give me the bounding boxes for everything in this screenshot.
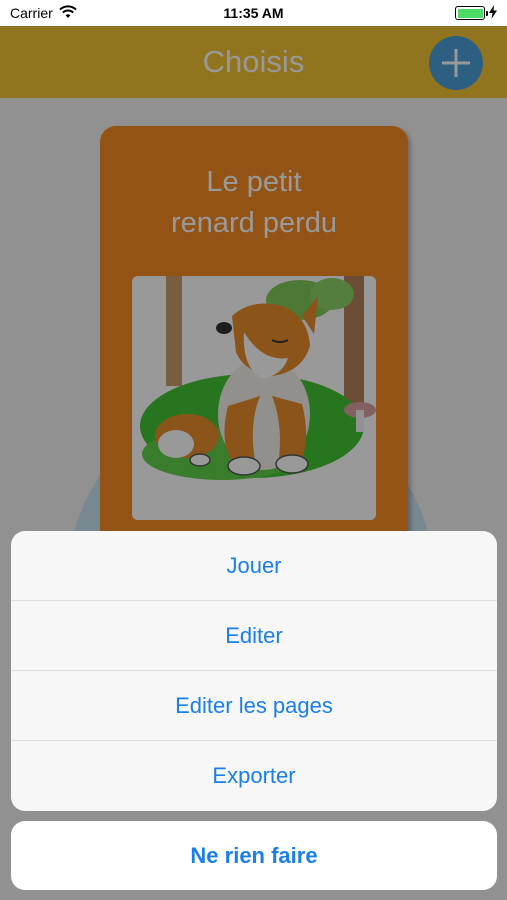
status-right [455,4,497,22]
cancel-button[interactable]: Ne rien faire [11,821,497,890]
edit-action[interactable]: Editer [11,601,497,671]
export-action[interactable]: Exporter [11,741,497,811]
status-left: Carrier [10,4,77,22]
battery-level [457,8,483,18]
edit-pages-action[interactable]: Editer les pages [11,671,497,741]
action-sheet: Jouer Editer Editer les pages Exporter [11,531,497,811]
battery-icon [455,6,488,20]
charging-bolt-icon [489,4,497,22]
play-action[interactable]: Jouer [11,531,497,601]
status-bar: Carrier 11:35 AM [0,0,507,26]
wifi-icon [59,4,77,22]
carrier-label: Carrier [10,5,53,21]
